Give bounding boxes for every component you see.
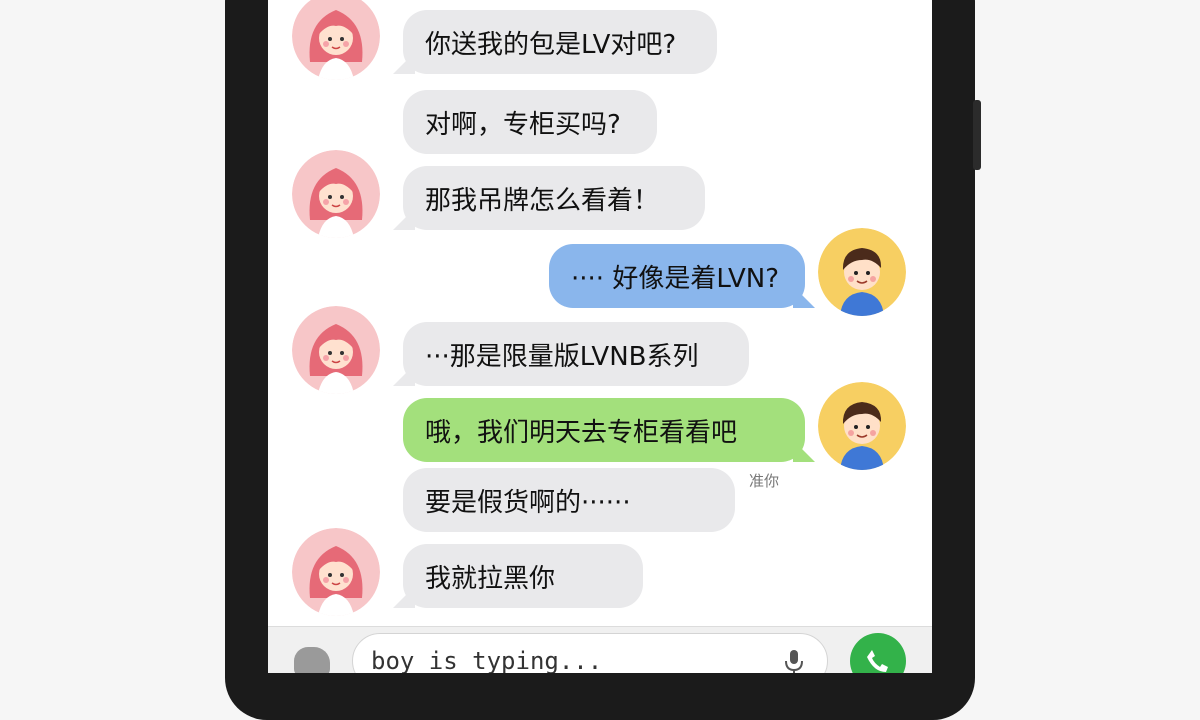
- phone-icon: [867, 650, 888, 672]
- message-text: 我就拉黑你: [425, 563, 556, 594]
- message-bubble[interactable]: 要是假货啊的······: [403, 468, 735, 532]
- camera-icon[interactable]: [294, 647, 330, 673]
- girl-avatar: [292, 0, 380, 80]
- girl-avatar: [292, 528, 380, 616]
- time-note: 准你: [749, 472, 780, 490]
- typing-status: boy is typing...: [371, 647, 603, 673]
- message-bubble[interactable]: 哦，我们明天去专柜看看吧: [403, 398, 805, 462]
- message-bubble[interactable]: 我就拉黑你: [403, 544, 643, 608]
- girl-avatar: [292, 306, 380, 394]
- boy-avatar: [818, 228, 906, 316]
- message-bubble[interactable]: ···那是限量版LVNB系列: [403, 322, 749, 386]
- message-input[interactable]: boy is typing...: [352, 633, 828, 673]
- message-text: ···那是限量版LVNB系列: [425, 341, 699, 372]
- message-bubble[interactable]: 那我吊牌怎么看着！: [403, 166, 705, 230]
- input-bar: boy is typing...: [268, 626, 932, 673]
- message-text: 哦，我们明天去专柜看看吧: [425, 417, 738, 448]
- girl-avatar: [292, 150, 380, 238]
- message-bubble[interactable]: 你送我的包是LV对吧?: [403, 10, 717, 74]
- message-text: 你送我的包是LV对吧?: [425, 29, 677, 60]
- message-text: 对啊，专柜买吗?: [425, 109, 621, 140]
- side-button: [973, 100, 981, 170]
- chat-screen: 你送我的包是LV对吧? 对啊，专柜买吗? 那我吊牌怎么看着！ ···· 好像是着…: [268, 0, 932, 673]
- mic-icon[interactable]: [783, 648, 805, 673]
- message-bubble[interactable]: ···· 好像是着LVN?: [549, 244, 805, 308]
- boy-avatar: [818, 382, 906, 470]
- message-text: 那我吊牌怎么看着！: [425, 185, 660, 216]
- call-button[interactable]: [850, 633, 906, 673]
- message-bubble[interactable]: 对啊，专柜买吗?: [403, 90, 657, 154]
- message-text: 要是假货啊的······: [425, 487, 631, 518]
- message-text: ···· 好像是着LVN?: [571, 263, 779, 294]
